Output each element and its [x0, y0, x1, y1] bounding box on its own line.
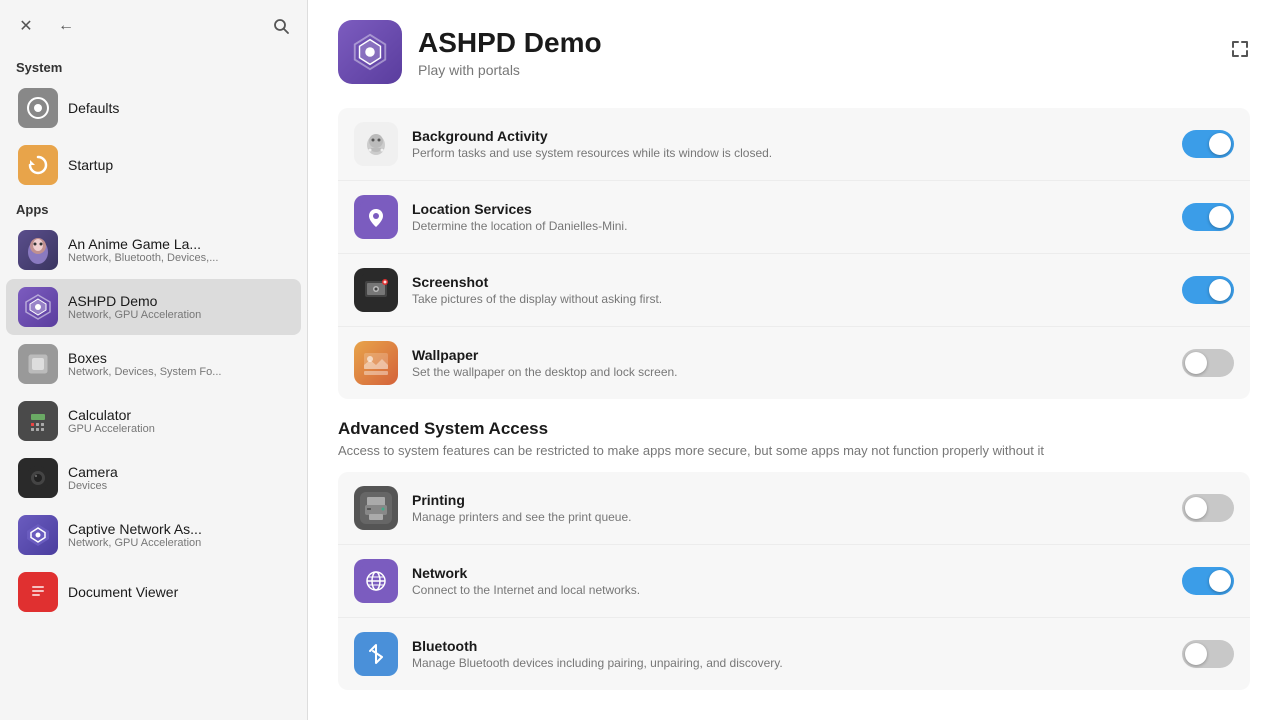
defaults-label: Defaults — [68, 100, 119, 116]
startup-icon — [18, 145, 58, 185]
location-title: Location Services — [412, 201, 1182, 217]
app-subtitle: Play with portals — [418, 62, 602, 78]
permission-row-network: Network Connect to the Internet and loca… — [338, 545, 1250, 618]
camera-icon — [18, 458, 58, 498]
defaults-icon — [18, 88, 58, 128]
ashpd-sidebar-icon — [18, 287, 58, 327]
boxes-sub: Network, Devices, System Fo... — [68, 366, 221, 378]
permission-row-bluetooth: Bluetooth Manage Bluetooth devices inclu… — [338, 618, 1250, 690]
calculator-sub: GPU Acceleration — [68, 423, 155, 435]
sidebar-header-left: ✕ ← — [12, 12, 80, 40]
network-text: Network Connect to the Internet and loca… — [412, 565, 1182, 597]
screenshot-text: Screenshot Take pictures of the display … — [412, 274, 1182, 306]
permission-row-location: Location Services Determine the location… — [338, 181, 1250, 254]
location-text: Location Services Determine the location… — [412, 201, 1182, 233]
main-content: ASHPD Demo Play with portals — [308, 0, 1280, 720]
app-title: ASHPD Demo — [418, 27, 602, 59]
app-header: ASHPD Demo Play with portals — [338, 20, 1250, 84]
printing-text: Printing Manage printers and see the pri… — [412, 492, 1182, 524]
wallpaper-title: Wallpaper — [412, 347, 1182, 363]
calculator-label: Calculator — [68, 407, 155, 423]
app-title-block: ASHPD Demo Play with portals — [418, 27, 602, 78]
background-title: Background Activity — [412, 128, 1182, 144]
bluetooth-toggle[interactable] — [1182, 640, 1234, 668]
back-button[interactable]: ← — [52, 12, 80, 40]
network-desc: Connect to the Internet and local networ… — [412, 583, 1182, 597]
animegame-icon — [18, 230, 58, 270]
printing-icon — [354, 486, 398, 530]
sidebar-header: ✕ ← — [0, 0, 307, 52]
sidebar-item-captive[interactable]: Captive Network As... Network, GPU Accel… — [6, 507, 301, 563]
permission-row-printing: Printing Manage printers and see the pri… — [338, 472, 1250, 545]
sidebar-item-defaults[interactable]: Defaults — [6, 80, 301, 136]
search-button[interactable] — [267, 12, 295, 40]
advanced-card: Printing Manage printers and see the pri… — [338, 472, 1250, 690]
sidebar-item-animegame[interactable]: An Anime Game La... Network, Bluetooth, … — [6, 222, 301, 278]
wallpaper-desc: Set the wallpaper on the desktop and loc… — [412, 365, 1182, 379]
background-icon — [354, 122, 398, 166]
sidebar-item-ashpd[interactable]: ASHPD Demo Network, GPU Acceleration — [6, 279, 301, 335]
screenshot-toggle[interactable] — [1182, 276, 1234, 304]
calculator-icon — [18, 401, 58, 441]
search-icon — [273, 18, 289, 34]
captive-icon — [18, 515, 58, 555]
sidebar-item-docviewer[interactable]: Document Viewer — [6, 564, 301, 620]
sidebar-item-boxes[interactable]: Boxes Network, Devices, System Fo... — [6, 336, 301, 392]
animegame-sub: Network, Bluetooth, Devices,... — [68, 252, 218, 264]
permission-row-background: Background Activity Perform tasks and us… — [338, 108, 1250, 181]
apps-section-label: Apps — [0, 194, 307, 221]
printing-toggle[interactable] — [1182, 494, 1234, 522]
location-toggle[interactable] — [1182, 203, 1234, 231]
ashpd-sidebar-sub: Network, GPU Acceleration — [68, 309, 201, 321]
wallpaper-toggle[interactable] — [1182, 349, 1234, 377]
animegame-label: An Anime Game La... — [68, 236, 218, 252]
app-icon — [338, 20, 402, 84]
captive-sub: Network, GPU Acceleration — [68, 537, 202, 549]
sidebar-item-startup[interactable]: Startup — [6, 137, 301, 193]
permissions-card: Background Activity Perform tasks and us… — [338, 108, 1250, 399]
expand-icon — [1230, 39, 1250, 59]
background-desc: Perform tasks and use system resources w… — [412, 146, 1182, 160]
camera-label: Camera — [68, 464, 118, 480]
close-button[interactable]: ✕ — [12, 12, 40, 40]
camera-sub: Devices — [68, 480, 118, 492]
printing-desc: Manage printers and see the print queue. — [412, 510, 1182, 524]
sidebar: ✕ ← System Defaults — [0, 0, 308, 720]
advanced-section-title: Advanced System Access — [338, 419, 1250, 439]
docviewer-label: Document Viewer — [68, 584, 178, 600]
wallpaper-icon — [354, 341, 398, 385]
bluetooth-text: Bluetooth Manage Bluetooth devices inclu… — [412, 638, 1182, 670]
screenshot-title: Screenshot — [412, 274, 1182, 290]
bluetooth-desc: Manage Bluetooth devices including pairi… — [412, 656, 1182, 670]
screenshot-icon — [354, 268, 398, 312]
sidebar-item-camera[interactable]: Camera Devices — [6, 450, 301, 506]
expand-button[interactable] — [1230, 39, 1250, 65]
screenshot-desc: Take pictures of the display without ask… — [412, 292, 1182, 306]
network-title: Network — [412, 565, 1182, 581]
background-text: Background Activity Perform tasks and us… — [412, 128, 1182, 160]
sidebar-item-calculator[interactable]: Calculator GPU Acceleration — [6, 393, 301, 449]
boxes-label: Boxes — [68, 350, 221, 366]
system-section-label: System — [0, 52, 307, 79]
background-toggle[interactable] — [1182, 130, 1234, 158]
startup-label: Startup — [68, 157, 113, 173]
bluetooth-title: Bluetooth — [412, 638, 1182, 654]
ashpd-sidebar-label: ASHPD Demo — [68, 293, 201, 309]
boxes-icon — [18, 344, 58, 384]
location-desc: Determine the location of Danielles-Mini… — [412, 219, 1182, 233]
bluetooth-icon — [354, 632, 398, 676]
network-icon — [354, 559, 398, 603]
advanced-section-desc: Access to system features can be restric… — [338, 443, 1250, 458]
printing-title: Printing — [412, 492, 1182, 508]
wallpaper-text: Wallpaper Set the wallpaper on the deskt… — [412, 347, 1182, 379]
captive-label: Captive Network As... — [68, 521, 202, 537]
location-icon — [354, 195, 398, 239]
network-toggle[interactable] — [1182, 567, 1234, 595]
docviewer-icon — [18, 572, 58, 612]
permission-row-screenshot: Screenshot Take pictures of the display … — [338, 254, 1250, 327]
sidebar-items: System Defaults Startup — [0, 52, 307, 720]
permission-row-wallpaper: Wallpaper Set the wallpaper on the deskt… — [338, 327, 1250, 399]
